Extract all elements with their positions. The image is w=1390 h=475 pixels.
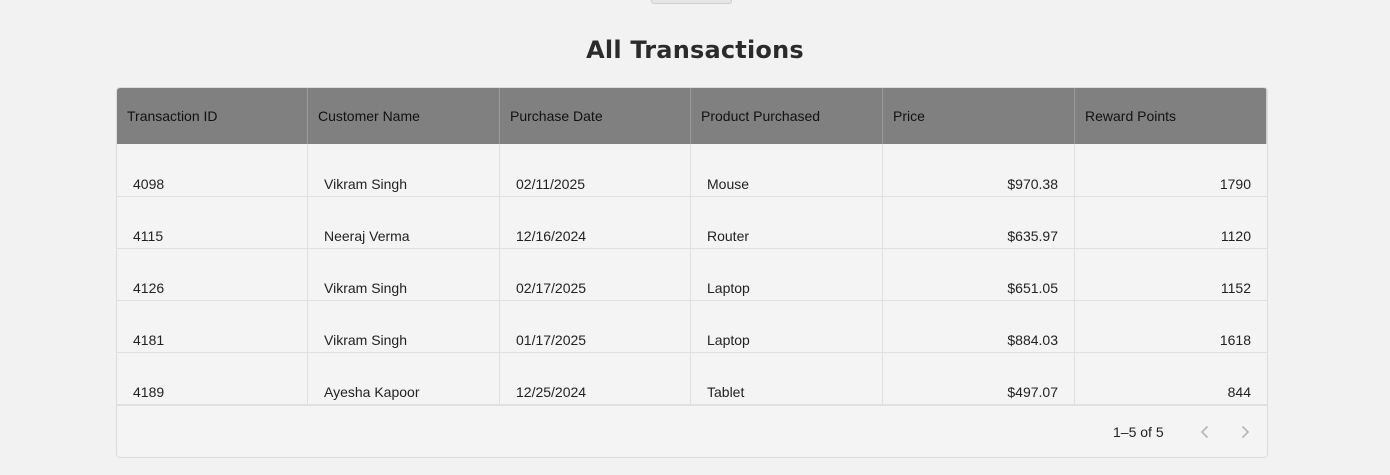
cell-product: Mouse: [691, 144, 883, 196]
cell-purchase-date: 02/17/2025: [500, 249, 691, 300]
cell-customer-name: Vikram Singh: [308, 249, 500, 300]
previous-page-button[interactable]: [1189, 416, 1221, 448]
cell-customer-name: Neeraj Verma: [308, 197, 500, 248]
cell-purchase-date: 12/16/2024: [500, 197, 691, 248]
column-header-price[interactable]: Price: [883, 88, 1075, 144]
cell-reward-points: 1618: [1219, 332, 1251, 348]
cell-price: $497.07: [883, 353, 1075, 404]
cell-product: Laptop: [691, 301, 883, 352]
table-footer: 1–5 of 5: [117, 405, 1267, 457]
cell-reward-points: 1152: [1220, 280, 1251, 296]
cell-customer-name: Ayesha Kapoor: [308, 353, 500, 404]
cell-product: Tablet: [691, 353, 883, 404]
top-tab-handle[interactable]: [651, 0, 732, 4]
cell-product: Laptop: [691, 249, 883, 300]
cell-price: $970.38: [883, 144, 1075, 196]
cell-transaction-id: 4181: [117, 301, 308, 352]
cell-transaction-id: 4189: [117, 353, 308, 404]
cell-purchase-date: 01/17/2025: [500, 301, 691, 352]
cell-price: $651.05: [883, 249, 1075, 300]
cell-reward-points: 1790: [1219, 176, 1251, 192]
table-row[interactable]: 4126 Vikram Singh 02/17/2025 Laptop $651…: [117, 249, 1267, 301]
table-row[interactable]: 4098 Vikram Singh 02/11/2025 Mouse $970.…: [117, 144, 1267, 197]
cell-transaction-id: 4098: [117, 144, 308, 196]
column-header-transaction-id[interactable]: Transaction ID: [117, 88, 308, 144]
cell-customer-name: Vikram Singh: [308, 144, 500, 196]
chevron-left-icon: [1200, 425, 1209, 439]
page-title: All Transactions: [586, 36, 804, 64]
column-header-reward-points[interactable]: Reward Points: [1075, 88, 1267, 144]
cell-product: Router: [691, 197, 883, 248]
transactions-table: Transaction ID Customer Name Purchase Da…: [116, 87, 1268, 458]
cell-transaction-id: 4126: [117, 249, 308, 300]
cell-purchase-date: 12/25/2024: [500, 353, 691, 404]
cell-reward-points: 844: [1227, 384, 1251, 400]
table-header: Transaction ID Customer Name Purchase Da…: [117, 88, 1267, 144]
cell-customer-name: Vikram Singh: [308, 301, 500, 352]
table-body: 4098 Vikram Singh 02/11/2025 Mouse $970.…: [117, 144, 1267, 405]
column-header-customer-name[interactable]: Customer Name: [308, 88, 500, 144]
table-row[interactable]: 4189 Ayesha Kapoor 12/25/2024 Tablet $49…: [117, 353, 1267, 405]
table-row[interactable]: 4181 Vikram Singh 01/17/2025 Laptop $884…: [117, 301, 1267, 353]
column-header-product-purchased[interactable]: Product Purchased: [691, 88, 883, 144]
chevron-right-icon: [1241, 425, 1250, 439]
cell-purchase-date: 02/11/2025: [500, 144, 691, 196]
pagination-range: 1–5 of 5: [1113, 424, 1164, 440]
cell-reward-points: 1120: [1220, 228, 1251, 244]
cell-transaction-id: 4115: [117, 197, 308, 248]
cell-price: $635.97: [883, 197, 1075, 248]
cell-price: $884.03: [883, 301, 1075, 352]
column-header-purchase-date[interactable]: Purchase Date: [500, 88, 691, 144]
table-row[interactable]: 4115 Neeraj Verma 12/16/2024 Router $635…: [117, 197, 1267, 249]
next-page-button[interactable]: [1229, 416, 1261, 448]
